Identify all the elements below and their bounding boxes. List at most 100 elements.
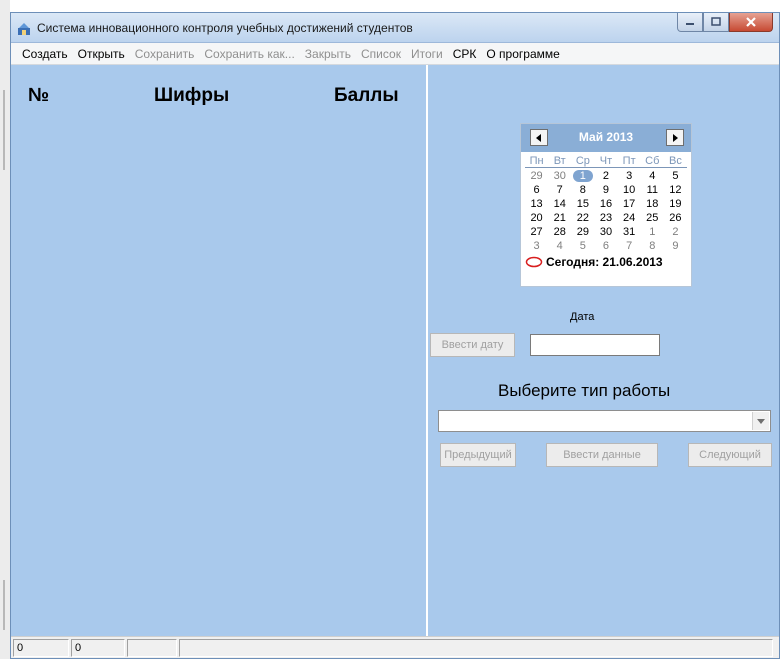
- today-label: Сегодня: 21.06.2013: [546, 255, 663, 269]
- app-icon: [18, 23, 30, 35]
- calendar-weekday: Пт: [622, 155, 636, 167]
- calendar-day[interactable]: 10: [618, 183, 641, 197]
- calendar-weekday: Вт: [553, 155, 566, 167]
- calendar-day[interactable]: 29: [525, 169, 548, 183]
- calendar-weekday: Пн: [529, 155, 544, 167]
- calendar-day[interactable]: 6: [525, 183, 548, 197]
- menu-item-3[interactable]: Сохранить как...: [199, 47, 299, 61]
- menu-item-2[interactable]: Сохранить: [130, 47, 200, 61]
- menu-item-7[interactable]: СРК: [448, 47, 482, 61]
- calendar-day[interactable]: 26: [664, 211, 687, 225]
- calendar-day[interactable]: 8: [571, 183, 594, 197]
- background-edge: [0, 0, 10, 659]
- calendar-day[interactable]: 4: [641, 169, 664, 183]
- previous-button[interactable]: Предыдущий: [440, 443, 516, 467]
- status-panel-2: 0: [71, 638, 125, 657]
- app-window: Система инновационного контроля учебных …: [10, 12, 780, 659]
- calendar-day[interactable]: 7: [548, 183, 571, 197]
- work-type-select[interactable]: [438, 410, 771, 432]
- today-circle-icon: [525, 256, 543, 268]
- column-header-number: №: [28, 85, 50, 106]
- enter-date-button[interactable]: Ввести дату: [430, 333, 515, 357]
- calendar-day[interactable]: 20: [525, 211, 548, 225]
- arrow-right-icon: [673, 133, 678, 142]
- calendar-week-row: 20 21 22 23 24 25 26: [525, 211, 687, 225]
- calendar-next-button[interactable]: [666, 129, 684, 146]
- calendar-weekday: Сб: [645, 155, 660, 167]
- calendar-day[interactable]: 1: [641, 225, 664, 239]
- close-button[interactable]: [729, 13, 773, 32]
- calendar-day[interactable]: 12: [664, 183, 687, 197]
- calendar-week-row: 27 28 29 30 31 1 2: [525, 225, 687, 239]
- calendar-day[interactable]: 13: [525, 197, 548, 211]
- calendar-day[interactable]: 2: [594, 169, 617, 183]
- date-field[interactable]: [530, 334, 660, 356]
- menu-item-0[interactable]: Создать: [17, 47, 73, 61]
- chevron-down-icon: [757, 418, 765, 424]
- status-panel-1: 0: [13, 638, 69, 657]
- calendar-day[interactable]: 30: [548, 169, 571, 183]
- date-label: Дата: [570, 311, 595, 323]
- calendar-day[interactable]: 6: [594, 239, 617, 253]
- edge-mark: [3, 90, 5, 170]
- calendar-day[interactable]: 23: [594, 211, 617, 225]
- calendar-header: Май 2013: [521, 124, 691, 152]
- calendar-day[interactable]: 2: [664, 225, 687, 239]
- calendar-week-row: 3456789: [525, 239, 687, 253]
- minimize-button[interactable]: [677, 13, 703, 32]
- calendar-day[interactable]: 24: [618, 211, 641, 225]
- calendar-day[interactable]: 22: [571, 211, 594, 225]
- maximize-button[interactable]: [703, 13, 729, 32]
- calendar-day[interactable]: 30: [594, 225, 617, 239]
- calendar-weekday: Ср: [575, 155, 590, 167]
- calendar-day[interactable]: 3: [618, 169, 641, 183]
- calendar-day[interactable]: 31: [618, 225, 641, 239]
- calendar-today[interactable]: Сегодня: 21.06.2013: [521, 255, 691, 269]
- calendar-days-grid: Пн Вт Ср Чт Пт Сб Вс 29 30 1 2 3 4 5 6 7 8 9 10 11 12 13 14 15 1…: [521, 152, 691, 253]
- status-bar: 0 0: [11, 636, 779, 658]
- month-calendar[interactable]: Май 2013 Пн Вт Ср Чт Пт Сб Вс 29 30 1 2 3 4 5 6 7 8 9 10 11…: [520, 123, 692, 287]
- calendar-weekday-row: Пн Вт Ср Чт Пт Сб Вс: [525, 154, 687, 168]
- menu-item-1[interactable]: Открыть: [73, 47, 130, 61]
- dropdown-button[interactable]: [752, 412, 769, 430]
- calendar-day-selected: 1: [572, 170, 593, 182]
- column-header-codes: Шифры: [154, 85, 230, 106]
- menu-item-5[interactable]: Список: [356, 47, 406, 61]
- calendar-day[interactable]: 1: [571, 169, 594, 183]
- menu-item-4[interactable]: Закрыть: [300, 47, 356, 61]
- calendar-week-row: 29 30 1 2 3 4 5: [525, 169, 687, 183]
- close-icon: [746, 17, 756, 27]
- menu-item-8[interactable]: О программе: [481, 47, 564, 61]
- calendar-day[interactable]: 9: [664, 239, 687, 253]
- calendar-day[interactable]: 7: [618, 239, 641, 253]
- status-panel-4: [179, 638, 773, 657]
- calendar-day[interactable]: 3: [525, 239, 548, 253]
- calendar-day[interactable]: 5: [664, 169, 687, 183]
- calendar-day[interactable]: 28: [548, 225, 571, 239]
- next-button[interactable]: Следующий: [688, 443, 772, 467]
- calendar-day[interactable]: 29: [571, 225, 594, 239]
- calendar-weekday: Вс: [668, 155, 682, 167]
- calendar-day[interactable]: 19: [664, 197, 687, 211]
- window-controls: [677, 13, 773, 33]
- menu-item-6[interactable]: Итоги: [406, 47, 448, 61]
- enter-data-button[interactable]: Ввести данные: [546, 443, 658, 467]
- edge-mark: [3, 580, 5, 630]
- calendar-day[interactable]: 25: [641, 211, 664, 225]
- calendar-day[interactable]: 9: [594, 183, 617, 197]
- title-bar[interactable]: Система инновационного контроля учебных …: [11, 13, 779, 43]
- calendar-day[interactable]: 11: [641, 183, 664, 197]
- status-panel-3: [127, 638, 177, 657]
- window-title: Система инновационного контроля учебных …: [37, 21, 413, 35]
- calendar-day[interactable]: 21: [548, 211, 571, 225]
- calendar-day[interactable]: 27: [525, 225, 548, 239]
- calendar-day[interactable]: 5: [571, 239, 594, 253]
- calendar-day[interactable]: 15: [571, 197, 594, 211]
- calendar-day[interactable]: 17: [618, 197, 641, 211]
- calendar-day[interactable]: 18: [641, 197, 664, 211]
- calendar-day[interactable]: 16: [594, 197, 617, 211]
- calendar-day[interactable]: 4: [548, 239, 571, 253]
- calendar-day[interactable]: 14: [548, 197, 571, 211]
- results-grid-panel[interactable]: № Шифры Баллы: [11, 65, 428, 636]
- calendar-day[interactable]: 8: [641, 239, 664, 253]
